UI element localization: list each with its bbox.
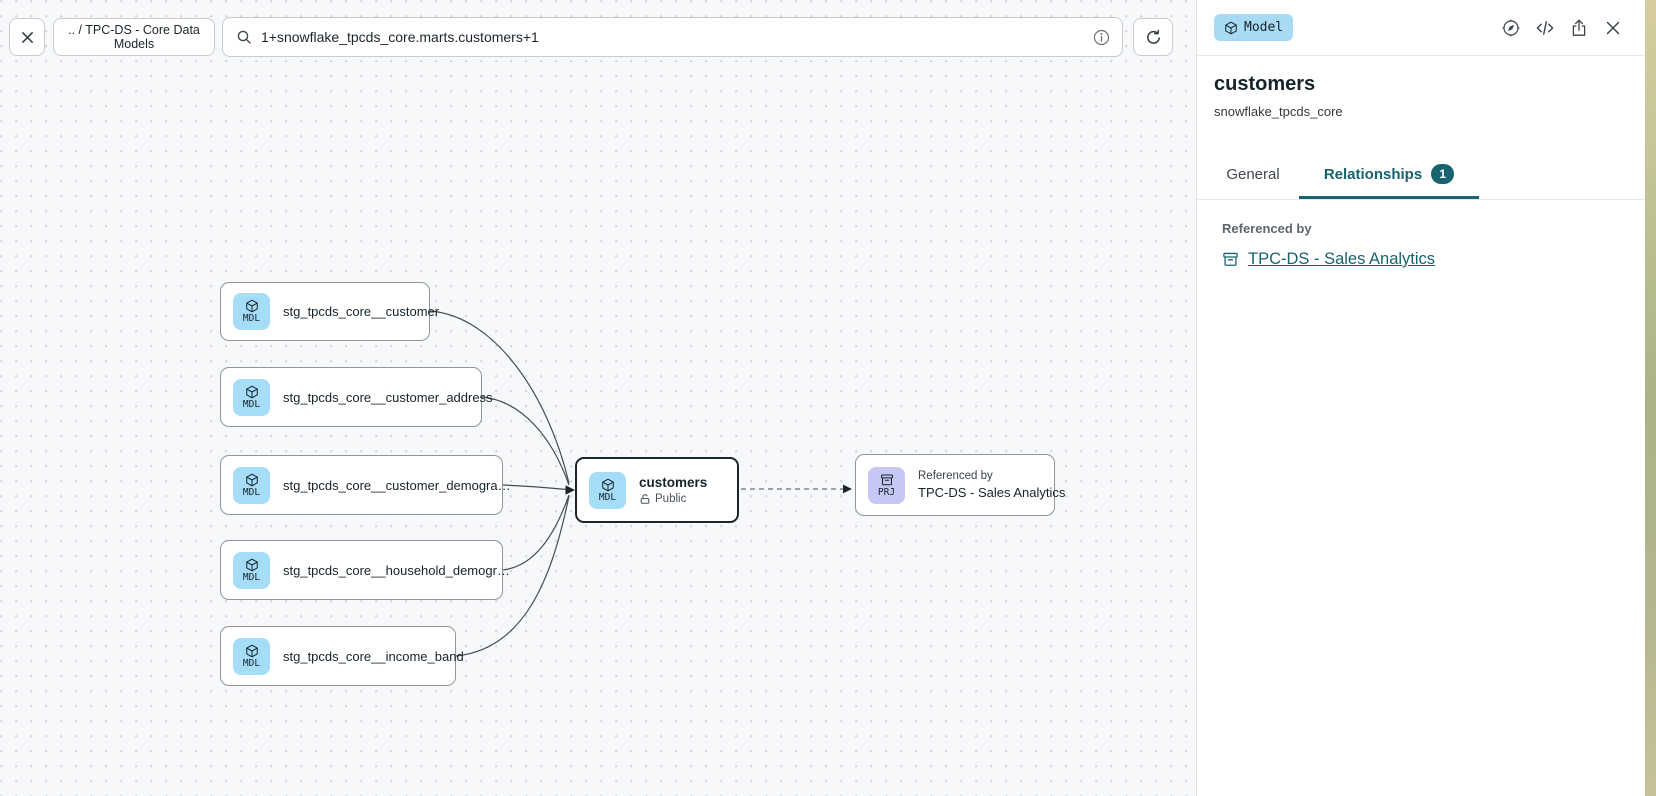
- tab-general[interactable]: General: [1207, 150, 1299, 199]
- panel-tabs: General Relationships 1: [1197, 150, 1645, 200]
- referenced-by-label: Referenced by: [1222, 221, 1620, 236]
- model-type-badge: MDL: [233, 552, 270, 589]
- archive-icon: [880, 473, 894, 487]
- close-panel-button[interactable]: [1602, 17, 1624, 39]
- refresh-icon: [1145, 29, 1162, 46]
- referenced-by-section: Referenced by TPC-DS - Sales Analytics: [1197, 200, 1645, 290]
- node-label: stg_tpcds_core__household_demogr…: [283, 563, 510, 578]
- cube-icon: [245, 473, 259, 487]
- view-code-button[interactable]: [1534, 17, 1556, 39]
- search-icon: [236, 29, 252, 45]
- lineage-edges: [0, 0, 1196, 796]
- referenced-by-project-link[interactable]: TPC-DS - Sales Analytics: [1222, 250, 1620, 269]
- project-type-badge: PRJ: [868, 467, 905, 504]
- model-type-badge: MDL: [233, 379, 270, 416]
- model-type-badge: MDL: [233, 467, 270, 504]
- explore-lineage-button[interactable]: [1500, 17, 1522, 39]
- node-label: stg_tpcds_core__customer_demogra…: [283, 478, 511, 493]
- breadcrumb-label: .. / TPC-DS - Core Data Models: [54, 23, 214, 51]
- cube-icon: [245, 558, 259, 572]
- panel-header: Model: [1197, 0, 1645, 56]
- node-label: TPC-DS - Sales Analytics: [918, 485, 1065, 500]
- details-panel: Model: [1196, 0, 1645, 796]
- refresh-lineage-button[interactable]: [1133, 18, 1173, 56]
- node-label: stg_tpcds_core__customer: [283, 304, 439, 319]
- lineage-canvas[interactable]: .. / TPC-DS - Core Data Models MDL stg_t…: [0, 0, 1196, 796]
- relationships-count-badge: 1: [1431, 164, 1454, 184]
- node-tpcds-sales-analytics-project[interactable]: PRJ Referenced by TPC-DS - Sales Analyti…: [855, 454, 1055, 516]
- desktop-wallpaper-strip: [1645, 0, 1656, 796]
- node-kicker: Referenced by: [918, 470, 1065, 482]
- share-icon: [1569, 18, 1589, 38]
- close-icon: [20, 30, 35, 45]
- node-label: customers: [639, 475, 707, 490]
- breadcrumb[interactable]: .. / TPC-DS - Core Data Models: [53, 18, 215, 56]
- node-stg-tpcds-core-customer-demographics[interactable]: MDL stg_tpcds_core__customer_demogra…: [220, 455, 503, 515]
- search-input[interactable]: [261, 29, 1084, 45]
- node-stg-tpcds-core-customer[interactable]: MDL stg_tpcds_core__customer: [220, 282, 430, 341]
- model-type-badge: MDL: [233, 293, 270, 330]
- panel-subtitle: snowflake_tpcds_core: [1214, 104, 1628, 119]
- tab-relationships[interactable]: Relationships 1: [1299, 150, 1479, 199]
- lineage-search[interactable]: [222, 17, 1123, 57]
- node-label: stg_tpcds_core__customer_address: [283, 390, 493, 405]
- cube-icon: [245, 644, 259, 658]
- cube-icon: [245, 299, 259, 313]
- close-icon: [1603, 18, 1623, 38]
- model-type-badge: MDL: [589, 472, 626, 509]
- model-type-chip: Model: [1214, 14, 1293, 41]
- unlock-icon: [639, 493, 651, 505]
- cube-icon: [601, 478, 615, 492]
- archive-icon: [1222, 251, 1239, 268]
- panel-title: customers: [1214, 73, 1628, 96]
- node-stg-tpcds-core-income-band[interactable]: MDL stg_tpcds_core__income_band: [220, 626, 456, 686]
- close-lineage-button[interactable]: [9, 18, 45, 56]
- info-icon[interactable]: [1093, 29, 1110, 46]
- share-button[interactable]: [1568, 17, 1590, 39]
- compass-icon: [1501, 18, 1521, 38]
- cube-icon: [245, 385, 259, 399]
- node-stg-tpcds-core-household-demographics[interactable]: MDL stg_tpcds_core__household_demogr…: [220, 540, 503, 600]
- node-stg-tpcds-core-customer-address[interactable]: MDL stg_tpcds_core__customer_address: [220, 367, 482, 427]
- node-access: Public: [639, 493, 707, 505]
- cube-icon: [1224, 21, 1238, 35]
- model-type-badge: MDL: [233, 638, 270, 675]
- node-customers-selected[interactable]: MDL customers Public: [575, 457, 739, 523]
- node-label: stg_tpcds_core__income_band: [283, 649, 464, 664]
- code-icon: [1535, 18, 1555, 38]
